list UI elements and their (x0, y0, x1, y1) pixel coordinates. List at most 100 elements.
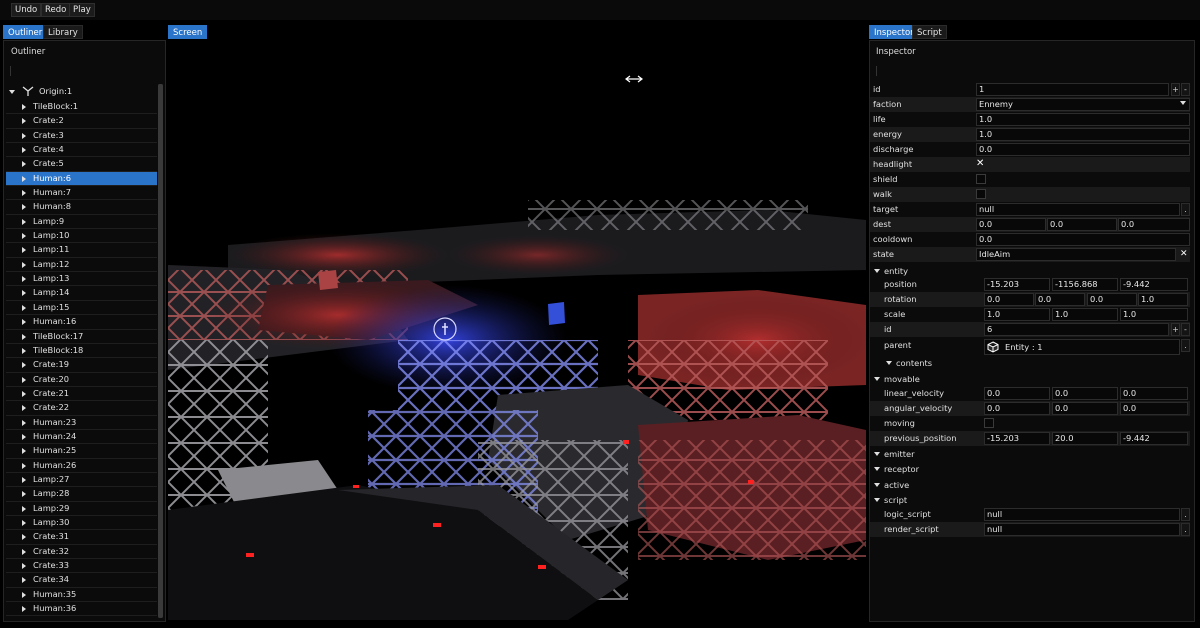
energy-field[interactable]: 1.0 (976, 128, 1190, 141)
position-y-field[interactable]: -1156.868 (1052, 278, 1118, 291)
increment-button[interactable]: + (1171, 83, 1180, 96)
headlight-check-icon[interactable]: ✕ (976, 157, 984, 171)
expand-right-icon[interactable] (22, 247, 26, 254)
state-field[interactable]: IdleAim (976, 248, 1176, 261)
expand-right-icon[interactable] (22, 591, 26, 598)
tree-item[interactable]: Human:16 (6, 315, 157, 330)
tree-item[interactable]: Crate:2 (6, 114, 157, 129)
tree-item[interactable]: Lamp:13 (6, 272, 157, 287)
tree-item[interactable]: Crate:32 (6, 545, 157, 559)
expand-right-icon[interactable] (22, 362, 26, 369)
tab-outliner[interactable]: Outliner (3, 25, 48, 39)
expand-right-icon[interactable] (22, 304, 26, 311)
render-script-pick-button[interactable]: . (1181, 523, 1190, 536)
tree-item[interactable]: Human:36 (6, 602, 157, 617)
expand-right-icon[interactable] (22, 276, 26, 283)
angular-velocity-x-field[interactable]: 0.0 (984, 402, 1050, 415)
expand-right-icon[interactable] (22, 132, 26, 139)
tab-screen[interactable]: Screen (168, 25, 208, 39)
expand-right-icon[interactable] (22, 290, 26, 297)
tree-item[interactable]: Crate:22 (6, 401, 157, 416)
tree-item[interactable]: Lamp:28 (6, 487, 157, 502)
expand-down-icon[interactable] (874, 483, 880, 487)
expand-right-icon[interactable] (22, 147, 26, 154)
expand-right-icon[interactable] (22, 261, 26, 268)
section-receptor[interactable]: receptor (870, 462, 1190, 477)
expand-right-icon[interactable] (22, 563, 26, 569)
expand-down-icon[interactable] (874, 467, 880, 471)
close-icon[interactable]: ✕ (1180, 247, 1188, 261)
cooldown-field[interactable]: 0.0 (976, 233, 1190, 246)
linear-velocity-z-field[interactable]: 0.0 (1120, 387, 1188, 400)
expand-down-icon[interactable] (9, 90, 15, 94)
tree-item[interactable]: Human:23 (6, 416, 157, 430)
tree-item[interactable]: Crate:5 (6, 157, 157, 172)
tree-item[interactable]: Crate:20 (6, 373, 157, 387)
tab-script[interactable]: Script (912, 25, 947, 39)
expand-right-icon[interactable] (22, 204, 26, 211)
expand-right-icon[interactable] (22, 519, 26, 526)
logic-script-field[interactable]: null (984, 508, 1180, 521)
parent-field[interactable]: Entity : 1 (984, 339, 1180, 355)
tree-item[interactable]: Lamp:29 (6, 502, 157, 516)
expand-right-icon[interactable] (22, 390, 26, 397)
expand-right-icon[interactable] (22, 606, 26, 613)
tree-item[interactable]: Lamp:12 (6, 258, 157, 273)
logic-script-pick-button[interactable]: . (1181, 508, 1190, 521)
moving-checkbox[interactable] (984, 418, 994, 428)
scene-viewport[interactable] (168, 40, 866, 620)
expand-right-icon[interactable] (22, 104, 26, 110)
tree-item[interactable]: Lamp:27 (6, 473, 157, 488)
tree-item[interactable]: TileBlock:17 (6, 330, 157, 344)
tree-item[interactable]: Human:35 (6, 588, 157, 603)
expand-right-icon[interactable] (22, 218, 26, 225)
previous-position-z-field[interactable]: -9.442 (1120, 432, 1188, 445)
rotation-y-field[interactable]: 0.0 (1035, 293, 1085, 306)
expand-down-icon[interactable] (874, 269, 880, 273)
rotation-z-field[interactable]: 0.0 (1087, 293, 1137, 306)
expand-right-icon[interactable] (22, 233, 26, 240)
tree-item[interactable]: Crate:3 (6, 129, 157, 144)
expand-right-icon[interactable] (22, 347, 26, 354)
expand-right-icon[interactable] (22, 190, 26, 197)
tree-item[interactable]: TileBlock:18 (6, 344, 157, 359)
render-script-field[interactable]: null (984, 523, 1180, 536)
section-emitter[interactable]: emitter (870, 447, 1190, 462)
tree-item[interactable]: Crate:4 (6, 143, 157, 158)
expand-right-icon[interactable] (22, 491, 26, 498)
expand-down-icon[interactable] (886, 361, 892, 365)
outliner-scroll-thumb[interactable] (158, 84, 163, 618)
tree-item[interactable]: Lamp:15 (6, 301, 157, 316)
angular-velocity-y-field[interactable]: 0.0 (1052, 402, 1118, 415)
tree-item[interactable]: Human:26 (6, 459, 157, 473)
undo-button[interactable]: Undo (11, 3, 42, 17)
linear-velocity-x-field[interactable]: 0.0 (984, 387, 1050, 400)
redo-button[interactable]: Redo (41, 3, 71, 17)
tree-item[interactable]: Human:7 (6, 186, 157, 201)
entity-id-increment-button[interactable]: + (1171, 323, 1180, 336)
tree-item[interactable]: Crate:21 (6, 387, 157, 402)
tree-item[interactable]: Crate:34 (6, 573, 157, 588)
dest-x-field[interactable]: 0.0 (976, 218, 1046, 231)
scale-y-field[interactable]: 1.0 (1052, 308, 1118, 321)
scale-x-field[interactable]: 1.0 (984, 308, 1050, 321)
id-field[interactable]: 1 (976, 83, 1169, 96)
expand-right-icon[interactable] (22, 376, 26, 383)
tree-item[interactable]: Lamp:9 (6, 215, 157, 230)
expand-right-icon[interactable] (22, 405, 26, 412)
position-z-field[interactable]: -9.442 (1120, 278, 1188, 291)
shield-checkbox[interactable] (976, 174, 986, 184)
tree-item[interactable]: Human:24 (6, 430, 157, 445)
expand-down-icon[interactable] (874, 377, 880, 381)
expand-down-icon[interactable] (874, 498, 880, 502)
decrement-button[interactable]: - (1181, 83, 1190, 96)
life-field[interactable]: 1.0 (976, 113, 1190, 126)
expand-right-icon[interactable] (22, 505, 26, 512)
tree-item[interactable]: Lamp:10 (6, 229, 157, 244)
tree-item[interactable]: Lamp:14 (6, 286, 157, 301)
tree-item[interactable]: Lamp:30 (6, 516, 157, 531)
target-field[interactable]: null (976, 203, 1180, 216)
angular-velocity-z-field[interactable]: 0.0 (1120, 402, 1188, 415)
rotation-x-field[interactable]: 0.0 (984, 293, 1034, 306)
discharge-field[interactable]: 0.0 (976, 143, 1190, 156)
